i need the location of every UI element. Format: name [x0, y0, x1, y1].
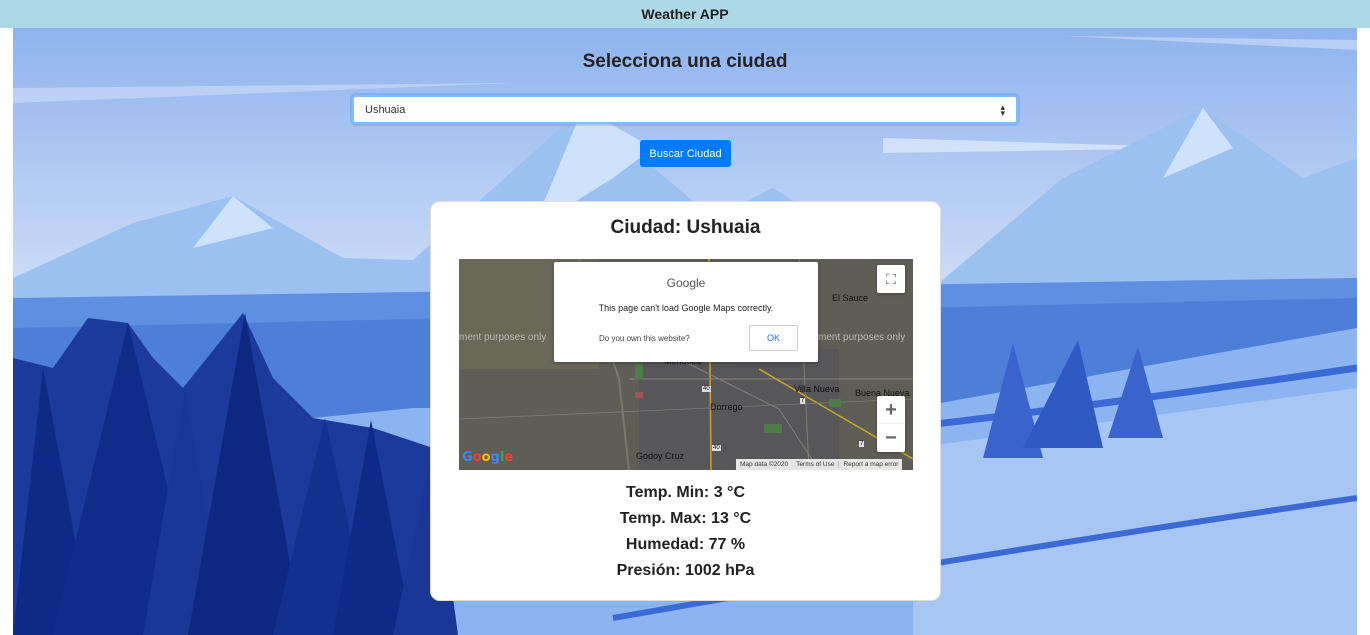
city-select[interactable]: Ushuaia ▴ ▾	[352, 95, 1018, 124]
temp-max: Temp. Max: 13 °C	[619, 510, 752, 527]
road-marker: 7	[859, 441, 865, 447]
map-label-dorrego: Dorrego	[710, 402, 743, 412]
select-arrows-icon: ▴ ▾	[1000, 101, 1005, 118]
map-data-text: Map data ©2020	[740, 461, 789, 468]
page-heading: Selecciona una ciudad	[582, 51, 788, 72]
dialog-ok-button[interactable]: OK	[749, 325, 798, 351]
map-label-el-sauce: El Sauce	[832, 293, 869, 303]
city-select-value: Ushuaia	[365, 103, 406, 116]
weather-card: Ciudad: Ushuaia ment purposes only ment …	[430, 201, 941, 601]
dialog-message: This page can't load Google Maps correct…	[598, 303, 774, 313]
zoom-in-icon[interactable]: +	[877, 396, 905, 424]
dialog-question-link[interactable]: Do you own this website?	[599, 334, 690, 343]
road-marker: 40	[702, 386, 711, 392]
card-title: Ciudad: Ushuaia	[610, 217, 761, 238]
search-city-button[interactable]: Buscar Ciudad	[640, 140, 731, 167]
humidity: Humedad: 77 %	[625, 536, 746, 553]
zoom-out-icon[interactable]: −	[877, 424, 905, 452]
dev-watermark-left: ment purposes only	[459, 332, 547, 343]
main-content: Selecciona una ciudad Ushuaia ▴ ▾ Buscar …	[0, 28, 1370, 635]
navbar: Weather APP	[0, 0, 1370, 28]
temp-min: Temp. Min: 3 °C	[626, 484, 745, 501]
google-logo[interactable]: Google	[462, 450, 513, 465]
map-label-villa-nueva: Villa Nueva	[794, 384, 840, 394]
dev-watermark-right: ment purposes only	[818, 332, 906, 343]
fullscreen-icon[interactable]: ⛶	[877, 265, 905, 293]
road-marker: 7	[800, 398, 806, 404]
terms-of-use-link[interactable]: Terms of Use	[792, 461, 838, 468]
maps-error-dialog: Google This page can't load Google Maps …	[554, 262, 818, 362]
map-attribution: Map data ©2020 Terms of Use Report a map…	[736, 459, 903, 470]
app-title: Weather APP	[641, 6, 729, 22]
report-map-error-link[interactable]: Report a map error	[838, 461, 902, 468]
road-marker: 40	[712, 445, 721, 451]
map-label-godoy-cruz: Godoy Cruz	[636, 451, 685, 461]
pressure: Presión: 1002 hPa	[616, 562, 755, 579]
dialog-brand: Google	[666, 276, 706, 290]
map-container[interactable]: ment purposes only ment purposes only El…	[459, 259, 913, 470]
